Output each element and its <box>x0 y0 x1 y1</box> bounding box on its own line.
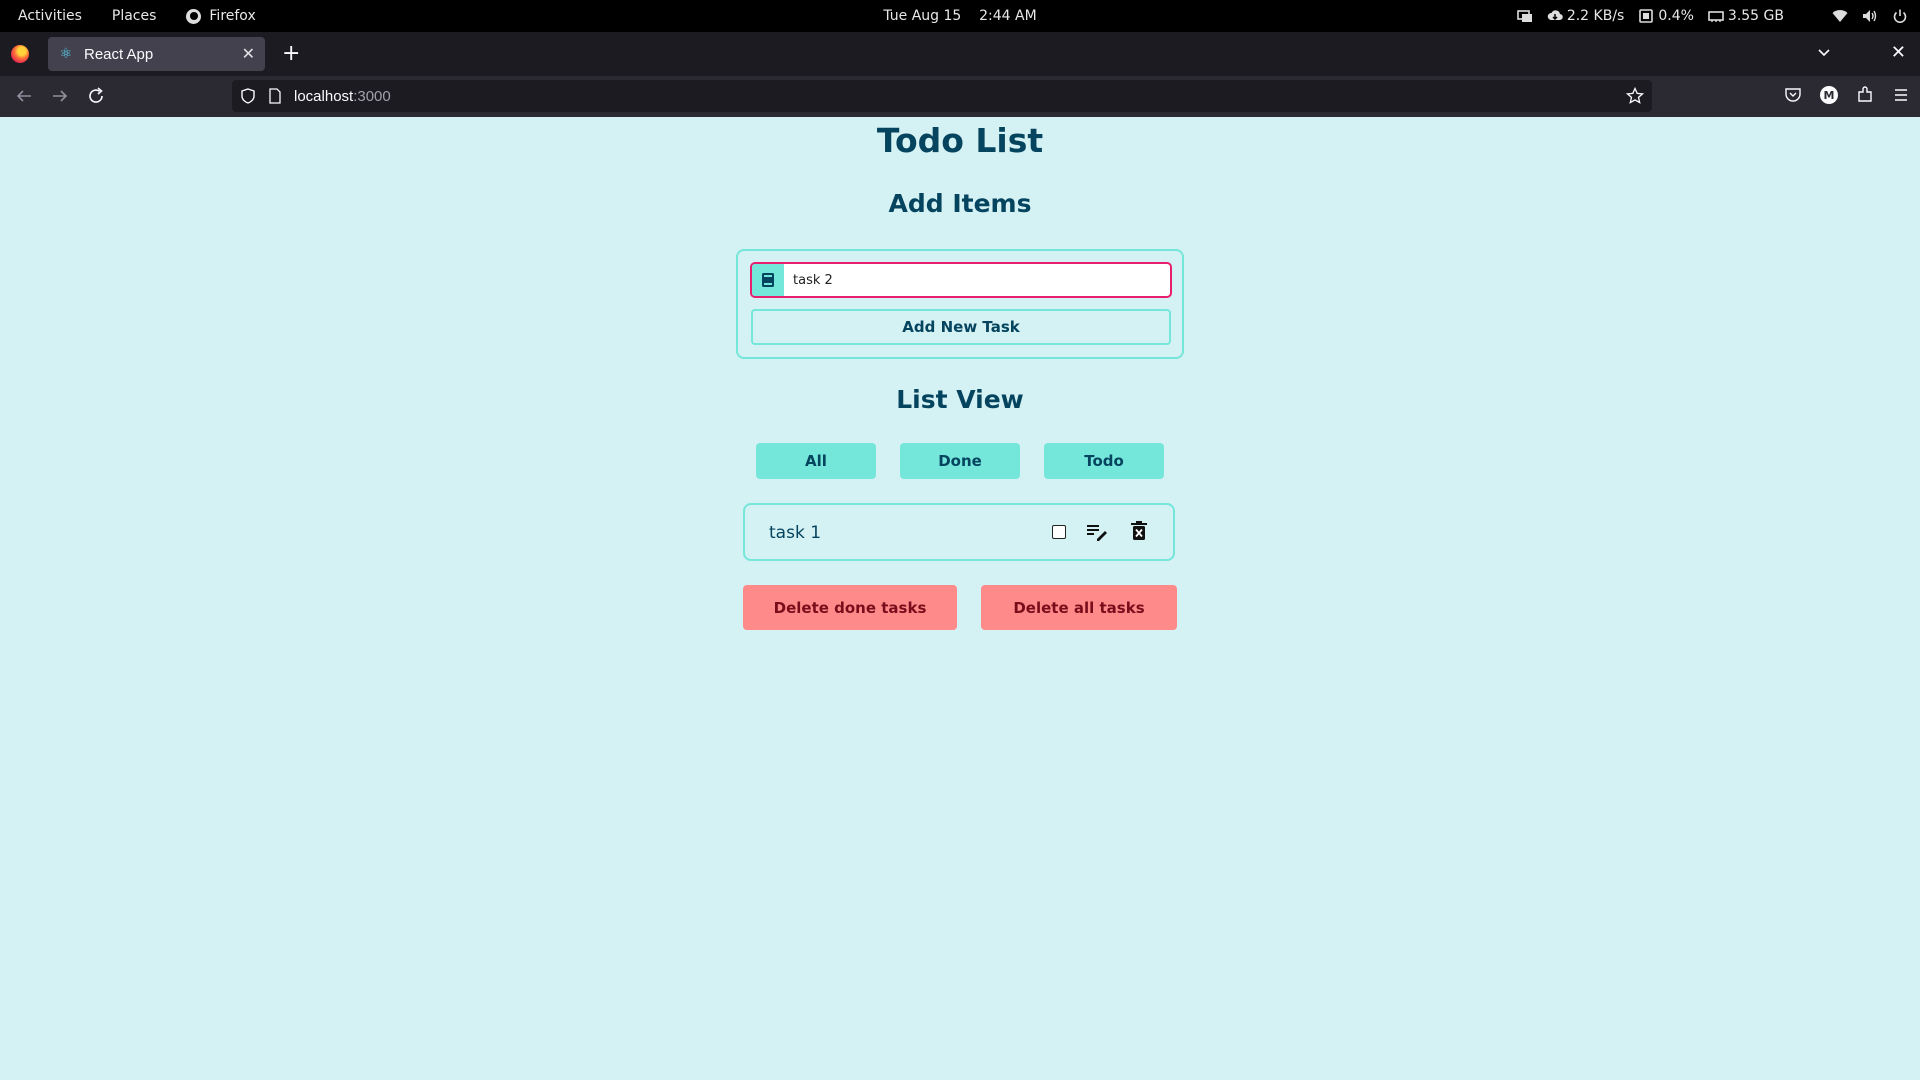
url-host: localhost <box>294 87 354 105</box>
system-top-bar: Activities Places Firefox Tue Aug 15 2:4… <box>0 0 1920 32</box>
filter-done-button[interactable]: Done <box>900 443 1020 479</box>
net-speed-indicator[interactable]: 2.2 KB/s <box>1547 8 1625 24</box>
add-task-form: Add New Task <box>736 249 1184 359</box>
task-done-checkbox[interactable] <box>1052 525 1066 539</box>
memory-indicator[interactable]: 3.55 GB <box>1708 8 1784 24</box>
cpu-value: 0.4% <box>1658 8 1694 24</box>
filter-todo-button[interactable]: Todo <box>1044 443 1164 479</box>
volume-icon[interactable] <box>1862 9 1878 23</box>
list-view-heading: List View <box>896 385 1024 414</box>
url-text[interactable]: localhost:3000 <box>294 88 391 105</box>
memory-icon <box>1708 11 1724 22</box>
delete-all-tasks-button[interactable]: Delete all tasks <box>981 585 1177 630</box>
delete-done-tasks-button[interactable]: Delete done tasks <box>743 585 957 630</box>
tab-title: React App <box>84 45 154 63</box>
task-input-group <box>750 262 1172 298</box>
firefox-logo-icon <box>11 45 29 63</box>
task-input[interactable] <box>784 264 1170 296</box>
power-icon[interactable] <box>1892 9 1908 23</box>
close-tab-icon[interactable]: ✕ <box>242 44 255 64</box>
wifi-icon[interactable] <box>1832 9 1848 23</box>
browser-nav-bar: localhost:3000 M <box>0 76 1920 117</box>
app-menu-label: Firefox <box>209 8 256 24</box>
back-icon[interactable] <box>14 86 34 106</box>
add-new-task-button[interactable]: Add New Task <box>751 309 1171 345</box>
book-icon <box>752 264 784 296</box>
task-text: task 1 <box>769 523 822 543</box>
page-icon[interactable] <box>268 88 282 104</box>
app-page: Todo List Add Items Add New Task List Vi… <box>0 117 1920 1080</box>
hamburger-menu-icon[interactable] <box>1892 86 1910 104</box>
delete-icon[interactable] <box>1130 520 1148 542</box>
account-avatar-icon[interactable]: M <box>1820 86 1838 104</box>
chevron-down-icon[interactable] <box>1816 44 1832 60</box>
reload-icon[interactable] <box>86 86 106 106</box>
cloud-download-icon <box>1547 10 1563 21</box>
react-icon: ⚛ <box>59 46 73 62</box>
cpu-indicator[interactable]: 0.4% <box>1638 8 1694 24</box>
cpu-icon <box>1639 9 1654 23</box>
url-port: :3000 <box>353 87 391 105</box>
filter-all-button[interactable]: All <box>756 443 876 479</box>
places-menu[interactable]: Places <box>112 8 157 24</box>
window-close-icon[interactable]: ✕ <box>1891 42 1906 64</box>
net-speed-value: 2.2 KB/s <box>1566 8 1625 24</box>
memory-value: 3.55 GB <box>1727 8 1784 24</box>
clock-time[interactable]: 2:44 AM <box>979 8 1037 24</box>
tab-react-app[interactable]: ⚛ React App ✕ <box>48 37 265 71</box>
task-item: task 1 <box>743 503 1175 561</box>
pocket-icon[interactable] <box>1784 86 1802 104</box>
bookmark-star-icon[interactable] <box>1626 87 1644 105</box>
clock-date[interactable]: Tue Aug 15 <box>883 8 961 24</box>
add-items-heading: Add Items <box>888 189 1032 218</box>
activities-button[interactable]: Activities <box>18 8 82 24</box>
shield-icon[interactable] <box>240 88 256 104</box>
app-menu[interactable]: Firefox <box>186 8 256 24</box>
url-bar[interactable]: localhost:3000 <box>232 80 1652 112</box>
screen-share-icon[interactable] <box>1517 9 1533 23</box>
browser-tab-bar: ⚛ React App ✕ + ✕ <box>0 32 1920 76</box>
forward-icon[interactable] <box>50 86 70 106</box>
page-title: Todo List <box>876 121 1044 160</box>
extensions-icon[interactable] <box>1856 86 1874 104</box>
new-tab-button[interactable]: + <box>282 42 300 66</box>
firefox-small-icon <box>186 8 202 24</box>
edit-icon[interactable] <box>1086 522 1108 542</box>
